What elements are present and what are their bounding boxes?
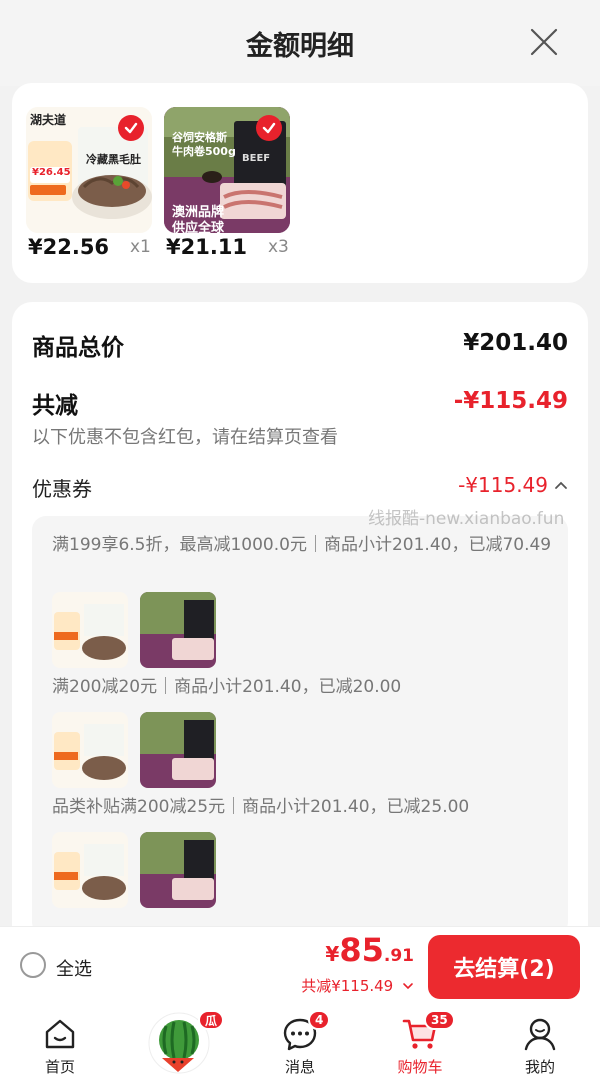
select-all-label[interactable]: 全选 — [56, 955, 92, 981]
chevron-down-icon — [403, 983, 413, 990]
total-value: ¥201.40 — [463, 330, 568, 356]
product-line-4: 供应全球 — [172, 221, 225, 233]
product-promo-price: ¥26.45 — [32, 167, 71, 178]
bottom-tabbar: 首页 瓜 4 消息 35 购物车 我的 — [0, 1008, 600, 1086]
discount-note: 以下优惠不包含红包，请在结算页查看 — [32, 427, 338, 448]
home-icon — [45, 1019, 75, 1049]
total-decimal: .91 — [383, 946, 414, 966]
product-image-tripe: 湖夫道 冷藏黑毛肚 ¥26.45 — [26, 107, 152, 233]
coupon-toggle[interactable]: -¥115.49 — [458, 473, 568, 497]
coupon-product-thumb-beef — [140, 592, 216, 668]
checkout-bar: 全选 ¥85.91 共减¥115.49 去结算(2) — [0, 926, 600, 1008]
product-price: ¥21.11 — [166, 235, 248, 259]
product-item[interactable]: 谷饲安格斯 牛肉卷500g 澳洲品牌 供应全球 BEEF ¥21.11 x3 — [164, 107, 294, 259]
coupon-description: 满199享6.5折，最高减1000.0元｜商品小计201.40，已减70.49 — [52, 535, 552, 555]
product-pack-text: BEEF — [242, 153, 271, 164]
coupon-product-thumb-beef — [140, 832, 216, 908]
saved-amount-toggle[interactable]: 共减¥115.49 — [301, 975, 414, 996]
page-title: 金额明细 — [246, 31, 354, 62]
messages-badge: 4 — [308, 1010, 331, 1030]
user-icon — [524, 1018, 556, 1051]
coupon-description: 品类补贴满200减25元｜商品小计201.40，已减25.00 — [52, 797, 470, 817]
product-image-beef: 谷饲安格斯 牛肉卷500g 澳洲品牌 供应全球 BEEF — [164, 107, 290, 233]
coupon-product-images — [52, 832, 216, 908]
coupon-label: 优惠券 — [32, 477, 92, 501]
tab-cart[interactable]: 35 购物车 — [360, 1008, 480, 1086]
coupon-product-images — [52, 592, 216, 668]
tab-cart-label: 购物车 — [397, 1058, 443, 1076]
selected-check-icon — [256, 115, 282, 141]
product-price: ¥22.56 — [28, 235, 110, 259]
tab-mine-label: 我的 — [524, 1058, 555, 1076]
tab-melon[interactable]: 瓜 — [120, 1008, 240, 1086]
total-integer: 85 — [339, 931, 384, 969]
melon-badge: 瓜 — [198, 1010, 225, 1030]
product-brand: 湖夫道 — [30, 113, 67, 127]
product-list: 湖夫道 冷藏黑毛肚 ¥26.45 ¥22.56 x1 谷饲安格斯 牛肉卷500g… — [12, 83, 588, 283]
total-amount: ¥85.91 — [325, 931, 414, 969]
coupon-product-thumb-tripe — [52, 832, 128, 908]
total-label: 商品总价 — [32, 335, 124, 361]
tab-home[interactable]: 首页 — [0, 1008, 120, 1086]
tab-home-label: 首页 — [44, 1058, 75, 1076]
chevron-up-icon — [555, 481, 567, 489]
cart-badge: 35 — [424, 1010, 455, 1030]
close-icon[interactable] — [528, 26, 560, 58]
coupon-product-thumb-tripe — [52, 712, 128, 788]
saved-amount: 共减¥115.49 — [301, 977, 394, 995]
currency-symbol: ¥ — [325, 942, 340, 966]
coupon-product-images — [52, 712, 216, 788]
product-quantity: x3 — [268, 237, 289, 257]
coupon-list: 满199享6.5折，最高减1000.0元｜商品小计201.40，已减70.49 … — [32, 516, 568, 936]
discount-value: -¥115.49 — [453, 388, 568, 414]
product-line-2: 牛肉卷500g — [172, 145, 236, 158]
selected-check-icon — [118, 115, 144, 141]
product-quantity: x1 — [130, 237, 151, 257]
product-name: 冷藏黑毛肚 — [86, 153, 141, 166]
select-all-radio[interactable] — [20, 952, 46, 978]
checkout-button[interactable]: 去结算(2) — [428, 935, 580, 999]
header: 金额明细 — [0, 0, 600, 86]
amount-detail: 商品总价 ¥201.40 共减 -¥115.49 以下优惠不包含红包，请在结算页… — [12, 302, 588, 962]
coupon-product-thumb-tripe — [52, 592, 128, 668]
coupon-description: 满200减20元｜商品小计201.40，已减20.00 — [52, 677, 402, 697]
tab-messages[interactable]: 4 消息 — [240, 1008, 360, 1086]
product-item[interactable]: 湖夫道 冷藏黑毛肚 ¥26.45 ¥22.56 x1 — [26, 107, 156, 259]
coupon-product-thumb-beef — [140, 712, 216, 788]
discount-label: 共减 — [32, 393, 78, 419]
tab-mine[interactable]: 我的 — [480, 1008, 600, 1086]
coupon-value: -¥115.49 — [458, 473, 548, 497]
tab-messages-label: 消息 — [284, 1058, 315, 1076]
